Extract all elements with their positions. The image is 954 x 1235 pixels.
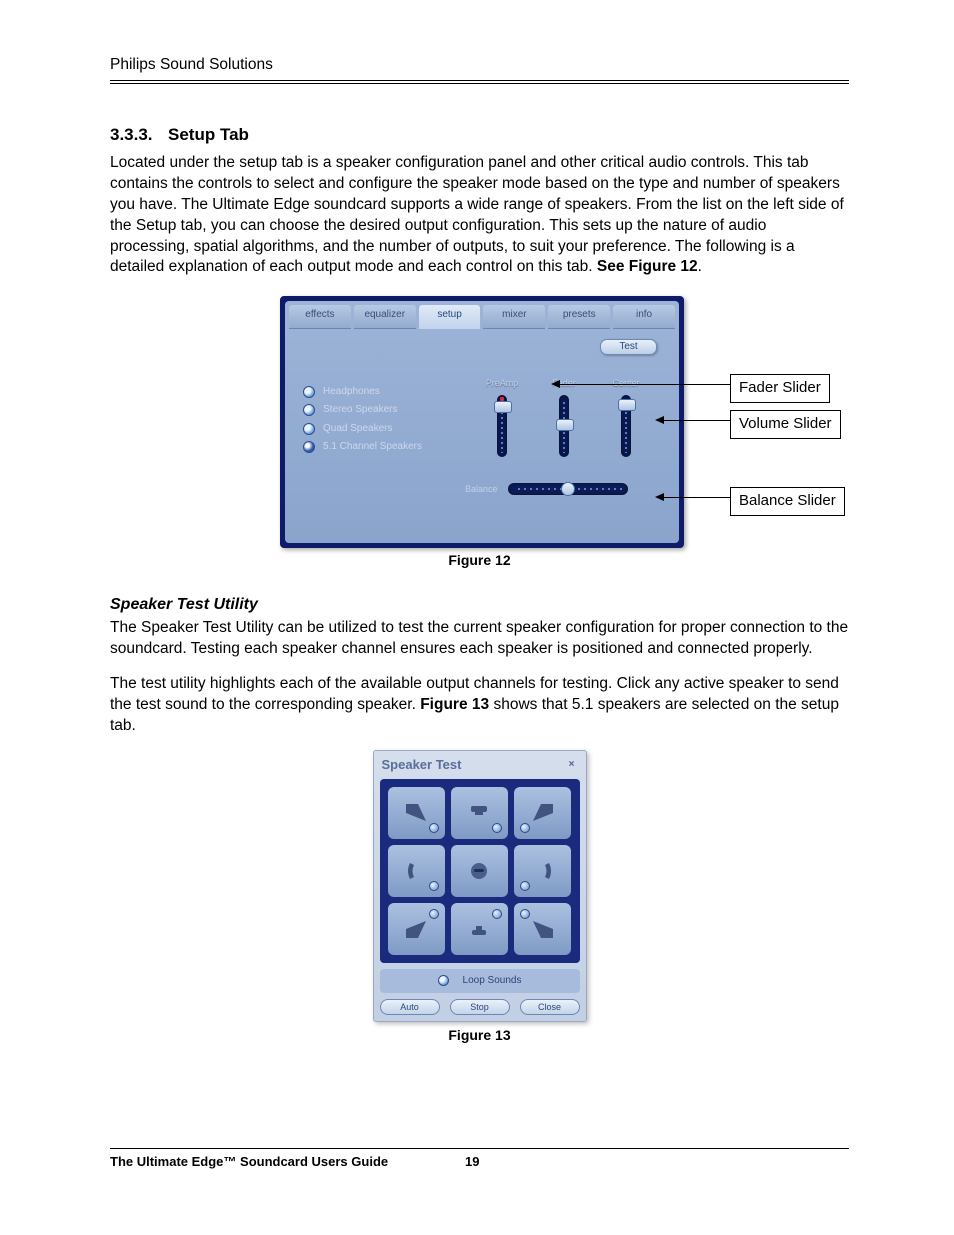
center-label: Center [612, 377, 639, 389]
preamp-slider[interactable] [497, 395, 507, 457]
listener-icon [451, 845, 508, 897]
radio-icon [303, 404, 315, 416]
tab-effects[interactable]: effects [289, 305, 351, 329]
callout-volume: Volume Slider [730, 410, 841, 438]
section-heading: 3.3.3.Setup Tab [110, 124, 849, 147]
speaker-side-left[interactable] [388, 845, 445, 897]
stop-button[interactable]: Stop [450, 999, 510, 1015]
page-header: Philips Sound Solutions [110, 55, 849, 84]
figure-12: effects equalizer setup mixer presets in… [280, 296, 860, 548]
setup-panel: effects equalizer setup mixer presets in… [280, 296, 684, 548]
speaker-icon [531, 859, 555, 883]
tab-bar: effects equalizer setup mixer presets in… [285, 301, 679, 329]
speaker-grid [380, 779, 580, 963]
arrow-icon [551, 380, 560, 388]
speaker-rear-left[interactable] [388, 903, 445, 955]
speaker-test-paragraph-1: The Speaker Test Utility can be utilized… [110, 618, 849, 660]
speaker-center[interactable] [451, 787, 508, 839]
speaker-side-right[interactable] [514, 845, 571, 897]
figure-13-caption: Figure 13 [110, 1026, 849, 1045]
speaker-icon [404, 859, 428, 883]
head-icon [467, 859, 491, 883]
slider-group: PreAmp Fader Center LFE [485, 377, 679, 457]
speaker-test-titlebar: Speaker Test × [374, 751, 586, 777]
callout-line [560, 384, 730, 385]
speaker-subwoofer[interactable] [451, 903, 508, 955]
subsection-heading: Speaker Test Utility [110, 594, 849, 616]
fader-slider[interactable] [559, 395, 569, 457]
auto-button[interactable]: Auto [380, 999, 440, 1015]
radio-icon [303, 386, 315, 398]
loop-sounds-row[interactable]: Loop Sounds [380, 969, 580, 993]
loop-sounds-label: Loop Sounds [463, 974, 522, 988]
preamp-label: PreAmp [486, 377, 519, 389]
close-icon[interactable]: × [566, 759, 578, 771]
radio-icon [303, 423, 315, 435]
balance-label: Balance [465, 483, 498, 495]
intro-paragraph: Located under the setup tab is a speaker… [110, 153, 849, 279]
center-slider[interactable] [621, 395, 631, 457]
tab-setup[interactable]: setup [419, 305, 481, 329]
speaker-icon [531, 917, 555, 941]
tab-info[interactable]: info [613, 305, 675, 329]
tab-presets[interactable]: presets [548, 305, 610, 329]
section-title-text: Setup Tab [168, 125, 249, 144]
speaker-radio-list: Headphones Stereo Speakers Quad Speakers… [303, 385, 422, 459]
speaker-front-left[interactable] [388, 787, 445, 839]
callout-fader: Fader Slider [730, 374, 830, 402]
tab-equalizer[interactable]: equalizer [354, 305, 416, 329]
tab-mixer[interactable]: mixer [483, 305, 545, 329]
speaker-rear-right[interactable] [514, 903, 571, 955]
close-button[interactable]: Close [520, 999, 580, 1015]
page-footer: The Ultimate Edge™ Soundcard Users Guide… [110, 1148, 849, 1171]
section-number: 3.3.3. [110, 124, 168, 147]
speaker-icon [404, 917, 428, 941]
callout-line [664, 420, 730, 421]
balance-row: Balance [465, 483, 628, 495]
speaker-option-stereo[interactable]: Stereo Speakers [303, 403, 422, 417]
speaker-icon [467, 801, 491, 825]
speaker-test-buttons: Auto Stop Close [374, 999, 586, 1021]
callout-line [664, 497, 730, 498]
arrow-icon [655, 416, 664, 424]
figure-13-window: Speaker Test × Loop Sounds Auto Stop Clo… [373, 750, 587, 1021]
radio-icon [438, 975, 449, 986]
radio-icon [303, 441, 315, 453]
balance-slider[interactable] [508, 483, 628, 495]
speaker-option-headphones[interactable]: Headphones [303, 385, 422, 399]
speaker-icon [404, 801, 428, 825]
speaker-test-paragraph-2: The test utility highlights each of the … [110, 674, 849, 737]
speaker-option-51[interactable]: 5.1 Channel Speakers [303, 440, 422, 454]
arrow-icon [655, 493, 664, 501]
page-number: 19 [465, 1153, 479, 1171]
test-button[interactable]: Test [600, 339, 657, 355]
speaker-icon [467, 917, 491, 941]
speaker-option-quad[interactable]: Quad Speakers [303, 422, 422, 436]
speaker-icon [531, 801, 555, 825]
speaker-front-right[interactable] [514, 787, 571, 839]
callout-balance: Balance Slider [730, 487, 845, 515]
speaker-test-title: Speaker Test [382, 756, 462, 774]
footer-title: The Ultimate Edge™ Soundcard Users Guide [110, 1154, 388, 1169]
figure-12-caption: Figure 12 [110, 551, 849, 570]
